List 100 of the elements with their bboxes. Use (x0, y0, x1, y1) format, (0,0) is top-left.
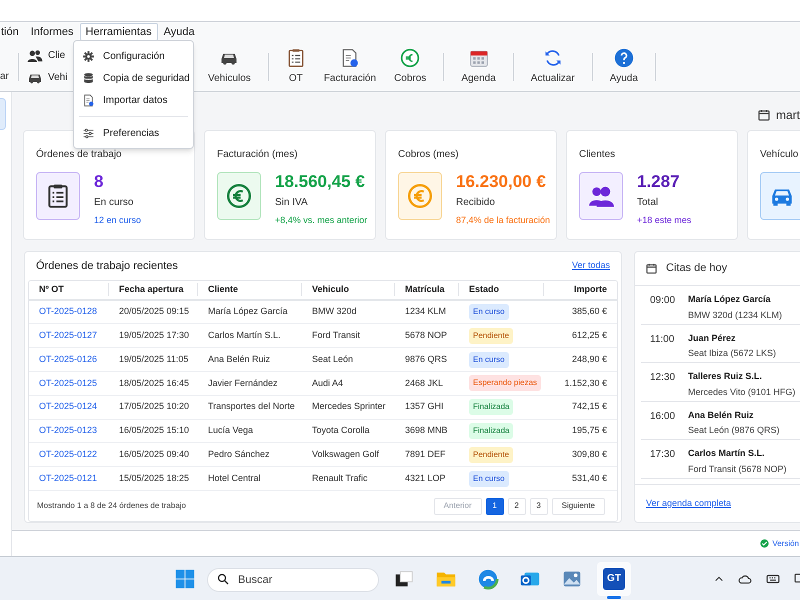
table-cell-text: 17/05/2025 10:20 (118, 400, 190, 414)
order-link[interactable]: OT-2025-0125 (29, 376, 109, 390)
appointment-time: 16:00 (650, 410, 676, 424)
card-title: Cobros (mes) (398, 148, 459, 162)
table-cell-text: 3698 MNB (404, 424, 449, 438)
view-all-link[interactable]: Ver todas (572, 259, 610, 273)
euro-coin-icon (226, 183, 252, 209)
order-link[interactable]: OT-2025-0126 (29, 352, 109, 366)
card-title: Facturación (mes) (217, 148, 298, 162)
search-field[interactable]: Buscar (207, 568, 379, 592)
status-badge: Finalizada (469, 399, 514, 416)
column-header[interactable]: Importe (544, 282, 617, 296)
table-footer-text: Mostrando 1 a 8 de 24 órdenes de trabajo (37, 500, 186, 512)
menu-item[interactable]: Informes (24, 23, 80, 41)
order-link[interactable]: OT-2025-0127 (29, 329, 109, 343)
appointment-time: 12:30 (650, 371, 676, 385)
table-cell-text: Ford Transit (311, 329, 362, 342)
appointment-time: 11:00 (650, 332, 676, 346)
table-cell-text: BMW 320d (311, 305, 358, 318)
card-caption: Recibido (456, 196, 496, 210)
table-cell-text: Audi A4 (311, 376, 344, 390)
table-cell-text: Lucía Vega (207, 424, 254, 438)
card-note: 12 en curso (94, 214, 142, 227)
start-icon[interactable] (174, 568, 196, 590)
help-icon (614, 48, 634, 68)
status-badge: Pendiente (469, 328, 514, 344)
appointment-vehicle: Mercedes Vito (9101 HFG) (688, 386, 796, 399)
page-button[interactable]: 2 (508, 498, 526, 514)
table-cell-text: 1357 GHI (404, 400, 445, 414)
table-cell-text: 612,25 € (570, 329, 608, 342)
order-link[interactable]: OT-2025-0121 (29, 472, 109, 486)
table-cell-text: 16/05/2025 09:40 (118, 448, 190, 462)
appointment-time: 09:00 (650, 294, 676, 308)
table-cell-text: Hotel Central (207, 472, 262, 485)
menu-item[interactable]: Preferencias (74, 122, 193, 144)
card-title: Órdenes de trabajo (36, 147, 122, 162)
toolbar-button[interactable]: Ayuda (600, 48, 647, 86)
table-cell-text: Ana Belén Ruiz (207, 352, 272, 366)
status-badge: Pendiente (469, 446, 514, 463)
table-cell-text: 309,80 € (570, 448, 608, 462)
toolbar-button[interactable]: ar (0, 69, 10, 84)
table-cell-text: 4321 LOP (404, 472, 447, 485)
page-button[interactable]: 1 (486, 498, 504, 514)
column-header[interactable]: Estado (459, 282, 544, 296)
table-cell-text: 20/05/2025 09:15 (118, 305, 190, 318)
agenda-link[interactable]: Ver agenda completa (646, 496, 732, 510)
column-header[interactable]: Matrícula (395, 282, 459, 296)
table-cell-text: 385,60 € (570, 305, 608, 318)
toolbar-button[interactable]: Clie (27, 48, 66, 64)
calendar-icon (758, 109, 770, 121)
euro-coin-icon (400, 48, 420, 68)
toolbar-button[interactable]: Facturación (314, 48, 386, 86)
table-cell-text: Transportes del Norte (207, 400, 296, 414)
menu-item[interactable]: Ayuda (158, 23, 201, 41)
appointment-vehicle: BMW 320d (1234 KLM) (688, 308, 782, 322)
menu-item[interactable]: Importar datos (74, 89, 193, 111)
column-header[interactable]: Nº OT (29, 282, 109, 296)
page-button[interactable]: Siguiente (552, 498, 605, 514)
table-cell-text: Pedro Sánchez (207, 448, 271, 462)
table-cell-text: Renault Trafic (311, 472, 369, 485)
order-link[interactable]: OT-2025-0122 (29, 448, 109, 462)
page-button[interactable]: 3 (530, 498, 548, 514)
document-euro-icon (82, 94, 95, 106)
order-link[interactable]: OT-2025-0128 (29, 305, 109, 319)
sliders-icon (82, 126, 95, 140)
status-badge: En curso (469, 352, 509, 368)
toolbar-button[interactable]: OT (276, 48, 315, 86)
table-cell-text: Mercedes Sprinter (311, 400, 387, 414)
card-value: 16.230,00 € (456, 172, 547, 192)
appointment-name: Carlos Martín S.L. (688, 447, 766, 460)
table-cell-text: Carlos Martín S.L. (207, 329, 282, 342)
table-cell-text: 7891 DEF (404, 448, 447, 462)
toolbar-button[interactable]: Actualizar (522, 48, 584, 86)
menu-item[interactable]: tión (0, 23, 25, 41)
table-cell-text: 1.152,30 € (563, 376, 608, 390)
check-icon (760, 539, 770, 548)
column-header[interactable]: Fecha apertura (109, 282, 198, 296)
toolbar-button[interactable]: Vehiculos (199, 48, 260, 86)
order-link[interactable]: OT-2025-0124 (29, 400, 109, 414)
toolbar-button[interactable]: Vehi (27, 70, 68, 86)
clipboard-icon (286, 48, 306, 68)
table-cell-text: 2468 JKL (404, 376, 444, 390)
menu-item[interactable]: Configuración (74, 45, 193, 67)
column-header[interactable]: Cliente (198, 282, 302, 296)
column-header[interactable]: Vehiculo (302, 282, 395, 296)
appointment-name: Juan Pérez (688, 332, 737, 344)
appointment-name: Ana Belén Ruiz (688, 408, 755, 422)
status-badge: Esperando piezas (469, 375, 542, 392)
table-cell-text: 15/05/2025 18:25 (118, 472, 190, 485)
menu-item[interactable]: Copia de seguridad (74, 67, 193, 89)
order-link[interactable]: OT-2025-0123 (29, 424, 109, 438)
toolbar-button[interactable]: Agenda (452, 48, 505, 86)
appointment-vehicle: Seat León (9876 QRS) (688, 424, 780, 437)
table-cell-text: 19/05/2025 11:05 (118, 352, 190, 366)
euro-coin-icon (407, 183, 433, 209)
status-badge: Finalizada (469, 423, 514, 439)
database-icon (82, 72, 95, 84)
appointment-name: Talleres Ruiz S.L. (688, 370, 763, 383)
menu-item[interactable]: Herramientas (80, 23, 158, 41)
toolbar-button[interactable]: Cobros (385, 48, 436, 86)
